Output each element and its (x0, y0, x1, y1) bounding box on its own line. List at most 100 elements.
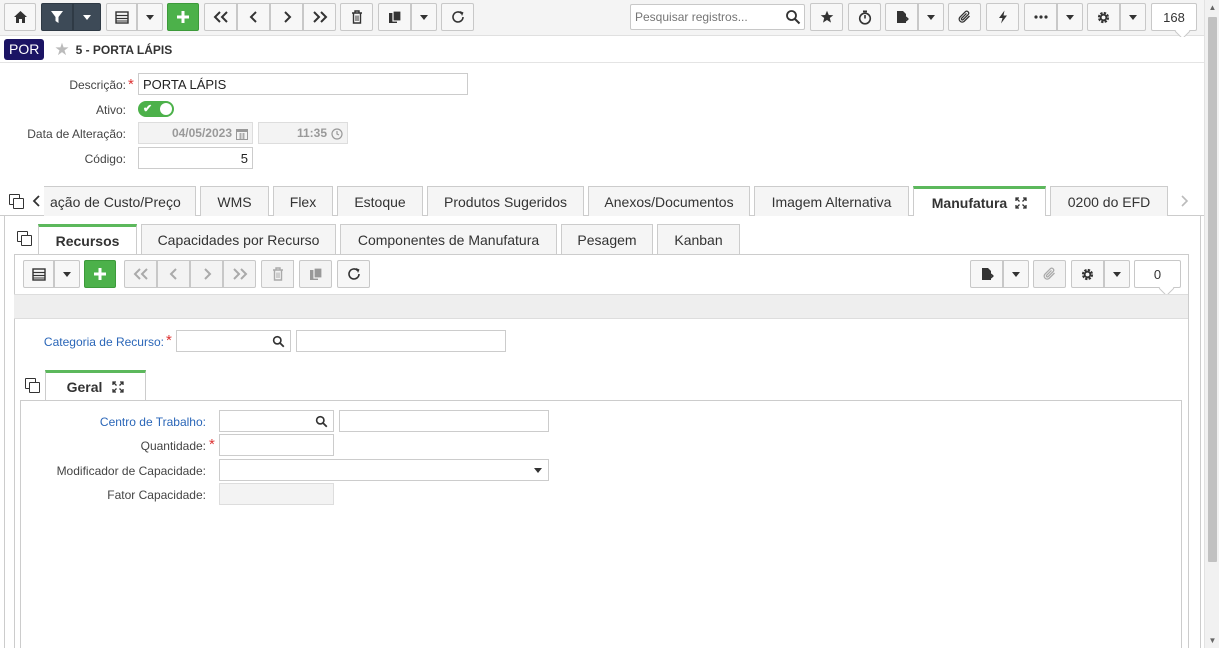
descricao-field[interactable]: PORTA LÁPIS (138, 73, 468, 95)
chevron-left-icon (169, 268, 177, 280)
plus-icon (94, 268, 106, 280)
chevron-left-icon (249, 11, 257, 23)
home-button[interactable] (4, 3, 36, 31)
hora-alteracao-field: 11:35 (258, 122, 348, 144)
expand-icon[interactable] (1015, 197, 1027, 209)
copy-icon (309, 267, 323, 280)
toggle-knob (160, 103, 172, 115)
sub-settings-dropdown-button[interactable] (1104, 260, 1130, 288)
tab-manufatura[interactable]: Manufatura (913, 186, 1046, 217)
settings-button[interactable] (1087, 3, 1120, 31)
sub-record-count-badge: 0 (1134, 260, 1181, 288)
sub-grid-view-button[interactable] (23, 260, 54, 288)
sub-view-dropdown-button[interactable] (54, 260, 80, 288)
grid-view-button[interactable] (106, 3, 137, 31)
quantidade-input[interactable] (219, 434, 334, 456)
attachment-button[interactable] (948, 3, 981, 31)
search-icon[interactable] (272, 335, 285, 348)
copy-subtabs-icon[interactable] (17, 231, 32, 246)
process-button[interactable] (986, 3, 1019, 31)
lightning-icon (998, 10, 1007, 24)
filter-button[interactable] (41, 3, 73, 31)
ativo-toggle[interactable]: ✔ (138, 101, 174, 117)
copy-geral-icon[interactable] (25, 378, 40, 393)
last-record-button[interactable] (303, 3, 336, 31)
report-button[interactable] (885, 3, 918, 31)
search-icon[interactable] (315, 415, 328, 428)
tab-produtos-sugeridos[interactable]: Produtos Sugeridos (427, 186, 584, 216)
chevron-right-icon (283, 11, 291, 23)
sub-settings-button[interactable] (1071, 260, 1104, 288)
tab-0200-efd[interactable]: 0200 do EFD (1050, 186, 1168, 216)
refresh-icon (347, 268, 360, 280)
favorite-button[interactable] (810, 3, 843, 31)
first-record-button[interactable] (204, 3, 237, 31)
timer-button[interactable] (848, 3, 881, 31)
subtab-kanban[interactable]: Kanban (657, 224, 740, 254)
delete-button[interactable] (340, 3, 373, 31)
more-dropdown-button[interactable] (1057, 3, 1083, 31)
star-icon[interactable]: ★ (54, 40, 69, 60)
centro-trabalho-input[interactable] (219, 410, 334, 432)
sub-attachment-button[interactable] (1033, 260, 1066, 288)
tab-geral[interactable]: Geral (45, 370, 146, 401)
view-dropdown-button[interactable] (137, 3, 163, 31)
sub-add-record-button[interactable] (84, 260, 116, 288)
scroll-thumb[interactable] (1208, 17, 1217, 562)
sub-last-record-button[interactable] (223, 260, 256, 288)
record-title-bar: POR ★ 5 - PORTA LÁPIS (0, 37, 1204, 63)
sub-first-record-button[interactable] (124, 260, 157, 288)
tab-estoque[interactable]: Estoque (337, 186, 423, 216)
sub-next-record-button[interactable] (190, 260, 223, 288)
report-dropdown-button[interactable] (918, 3, 944, 31)
search-input[interactable] (631, 5, 781, 29)
subtab-capacidades-por-recurso[interactable]: Capacidades por Recurso (141, 224, 336, 254)
copy-record-button[interactable] (378, 3, 411, 31)
sub-copy-record-button[interactable] (299, 260, 332, 288)
more-actions-button[interactable] (1024, 3, 1057, 31)
centro-trabalho-description (339, 410, 549, 432)
expand-icon[interactable] (112, 381, 125, 393)
settings-dropdown-button[interactable] (1120, 3, 1146, 31)
tab-wms[interactable]: WMS (200, 186, 269, 216)
modificador-capacidade-select[interactable] (219, 459, 549, 481)
trash-icon (272, 267, 283, 281)
chevron-left-icon[interactable] (32, 195, 41, 207)
codigo-field[interactable]: 5 (138, 147, 253, 169)
scroll-down-icon[interactable]: ▼ (1205, 633, 1219, 648)
sub-previous-record-button[interactable] (157, 260, 190, 288)
tab-flex[interactable]: Flex (273, 186, 333, 216)
search-box (630, 4, 805, 30)
refresh-button[interactable] (441, 3, 474, 31)
data-alteracao-label: Data de Alteração: (27, 127, 126, 141)
tab-formacao-custo-preco[interactable]: ação de Custo/Preço (44, 186, 196, 216)
subtab-pesagem[interactable]: Pesagem (561, 224, 653, 254)
required-marker: * (128, 76, 134, 93)
main-toolbar: 168 (0, 0, 1204, 36)
vertical-scrollbar[interactable]: ▲ ▼ (1204, 0, 1219, 648)
previous-record-button[interactable] (237, 3, 270, 31)
next-record-button[interactable] (270, 3, 303, 31)
subtab-componentes-manufatura[interactable]: Componentes de Manufatura (340, 224, 557, 254)
add-record-button[interactable] (167, 3, 199, 31)
tab-anexos-documentos[interactable]: Anexos/Documentos (588, 186, 750, 216)
tab-imagem-alternativa[interactable]: Imagem Alternativa (754, 186, 909, 216)
copy-tabs-icon[interactable] (9, 194, 24, 209)
chevron-down-icon (1113, 271, 1121, 277)
data-alteracao-field: 04/05/2023 (138, 122, 253, 144)
sub-report-dropdown-button[interactable] (1003, 260, 1029, 288)
copy-dropdown-button[interactable] (411, 3, 437, 31)
search-icon[interactable] (785, 9, 801, 25)
categoria-recurso-input[interactable] (176, 330, 291, 352)
time-value: 11:35 (296, 126, 327, 140)
sub-report-button[interactable] (970, 260, 1003, 288)
sub-delete-button[interactable] (261, 260, 294, 288)
tab-manufatura-label: Manufatura (931, 195, 1008, 211)
centro-trabalho-label[interactable]: Centro de Trabalho: (60, 415, 206, 429)
scroll-up-icon[interactable]: ▲ (1205, 0, 1219, 15)
categoria-recurso-label[interactable]: Categoria de Recurso: (30, 335, 164, 349)
subtab-recursos[interactable]: Recursos (38, 224, 137, 255)
filter-dropdown-button[interactable] (73, 3, 101, 31)
chevron-right-icon[interactable] (1180, 195, 1189, 207)
sub-refresh-button[interactable] (337, 260, 370, 288)
